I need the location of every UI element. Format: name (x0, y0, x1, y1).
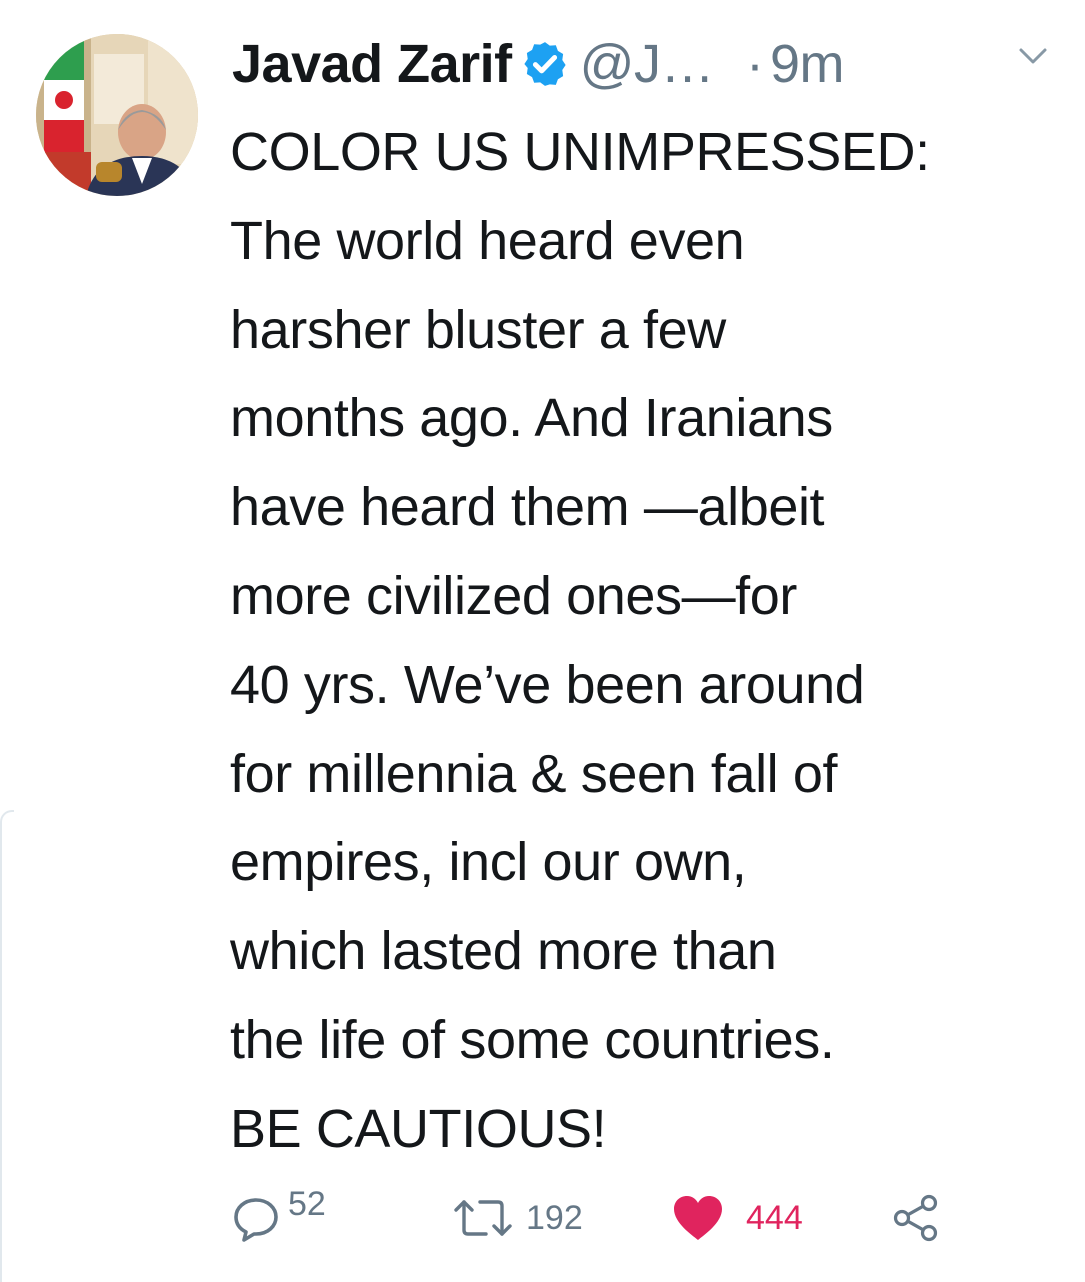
tweet-actions: 52 192 444 (230, 1184, 1060, 1248)
panel-edge (0, 810, 14, 1282)
verified-badge-icon (520, 39, 570, 89)
tweet-text-line: BE CAUTIOUS! (230, 1098, 607, 1159)
tweet-text: COLOR US UNIMPRESSED: The world heard ev… (230, 108, 1060, 1174)
retweet-icon (452, 1192, 514, 1244)
tweet-text-line: which lasted more than (230, 921, 777, 982)
timestamp[interactable]: 9m (770, 33, 845, 95)
tweet-header: Javad Zarif @J… · 9m (232, 22, 1062, 106)
author-handle[interactable]: @J… (580, 33, 715, 95)
tweet-text-line: have heard them —albeit (230, 477, 825, 538)
like-button[interactable]: 444 (672, 1188, 803, 1248)
heart-icon (672, 1194, 724, 1242)
retweet-count: 192 (526, 1198, 583, 1237)
tweet-text-line: 40 yrs. We’ve been around (230, 654, 865, 715)
retweet-button[interactable]: 192 (452, 1188, 583, 1248)
avatar[interactable] (36, 34, 198, 196)
reply-button[interactable]: 52 (230, 1184, 326, 1248)
tweet[interactable]: Javad Zarif @J… · 9m COLOR US UNIMPRESSE… (0, 0, 1085, 1282)
chevron-down-icon[interactable] (1013, 42, 1053, 70)
tweet-text-line: empires, incl our own, (230, 832, 747, 893)
tweet-text-line: the life of some countries. (230, 1009, 835, 1070)
tweet-text-line: for millennia & seen fall of (230, 743, 838, 804)
separator-dot: · (745, 34, 764, 94)
tweet-text-line: more civilized ones—for (230, 565, 798, 626)
share-button[interactable] (890, 1188, 942, 1248)
like-count: 444 (746, 1198, 803, 1237)
tweet-text-line: COLOR US UNIMPRESSED: (230, 122, 930, 182)
reply-count: 52 (288, 1184, 326, 1223)
tweet-text-line: The world heard even (230, 210, 745, 271)
share-icon (890, 1192, 942, 1244)
author-name[interactable]: Javad Zarif (232, 33, 512, 95)
reply-icon (230, 1192, 282, 1244)
tweet-text-line: months ago. And Iranians (230, 388, 833, 449)
tweet-text-line: harsher bluster a few (230, 299, 726, 360)
